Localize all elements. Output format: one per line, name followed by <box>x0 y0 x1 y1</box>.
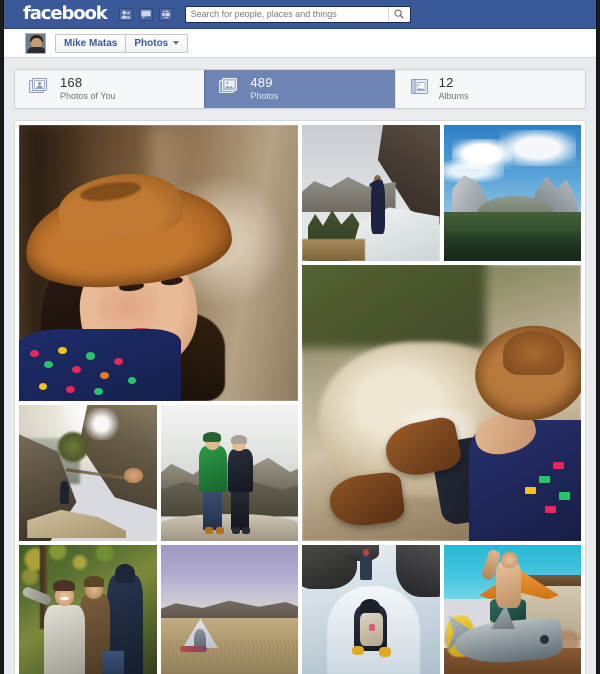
avatar[interactable] <box>25 33 46 54</box>
browser-window: facebook <box>4 0 596 674</box>
tab-albums-label: Albums <box>439 92 469 101</box>
photo-tile[interactable] <box>444 125 582 261</box>
photo-tile[interactable] <box>161 405 299 541</box>
search-input[interactable] <box>186 7 388 22</box>
screenshot-root: facebook <box>0 0 600 674</box>
photo-tile[interactable] <box>302 265 581 541</box>
profile-bar: Mike Matas Photos <box>4 29 596 58</box>
photo-10-image <box>444 545 582 674</box>
photo-tile[interactable] <box>19 125 298 401</box>
stacked-photos-person-icon <box>29 77 51 102</box>
photo-7-image <box>19 545 157 674</box>
tab-photos-count: 489 <box>250 76 278 90</box>
messages-icon[interactable] <box>139 8 153 21</box>
tab-albums[interactable]: 12 Albums <box>395 70 585 108</box>
breadcrumb-photos-label: Photos <box>134 38 168 49</box>
photo-5-image <box>19 405 157 541</box>
photo-4-image <box>302 265 581 541</box>
breadcrumb-name-label: Mike Matas <box>64 38 117 49</box>
photo-grid <box>19 125 581 674</box>
facebook-top-bar: facebook <box>4 0 596 29</box>
search-box[interactable] <box>185 6 411 23</box>
stacked-photos-icon <box>219 77 241 102</box>
top-bar-icon-group <box>119 8 173 21</box>
tab-photos[interactable]: 489 Photos <box>204 70 394 108</box>
breadcrumb-item-name[interactable]: Mike Matas <box>56 35 125 52</box>
facebook-logo[interactable]: facebook <box>23 5 107 23</box>
friend-requests-icon[interactable] <box>119 8 133 21</box>
photo-tile[interactable] <box>19 405 157 541</box>
photo-9-image <box>302 545 440 674</box>
photo-6-image <box>161 405 299 541</box>
breadcrumb: Mike Matas Photos <box>55 34 188 53</box>
photo-tile[interactable] <box>161 545 299 674</box>
album-book-icon <box>410 77 430 102</box>
photos-tab-bar: 168 Photos of You <box>14 69 586 109</box>
content-area: 168 Photos of You <box>4 58 596 673</box>
photo-tile[interactable] <box>444 545 582 674</box>
search-icon[interactable] <box>388 7 410 22</box>
photo-tile[interactable] <box>302 545 440 674</box>
notifications-icon[interactable] <box>159 8 173 21</box>
tab-photos-of-you-count: 168 <box>60 76 116 90</box>
tab-photos-of-you[interactable]: 168 Photos of You <box>15 70 204 108</box>
tab-photos-of-you-label: Photos of You <box>60 92 116 101</box>
photo-1-image <box>19 125 298 401</box>
photo-8-image <box>161 545 299 674</box>
chevron-down-icon <box>173 41 179 45</box>
photo-tile[interactable] <box>19 545 157 674</box>
breadcrumb-item-photos[interactable]: Photos <box>125 35 187 52</box>
photo-3-image <box>444 125 582 261</box>
photo-tile[interactable] <box>302 125 440 261</box>
tab-photos-label: Photos <box>250 92 278 101</box>
tab-albums-count: 12 <box>439 76 469 90</box>
photo-grid-card <box>14 120 586 674</box>
photo-2-image <box>302 125 440 261</box>
